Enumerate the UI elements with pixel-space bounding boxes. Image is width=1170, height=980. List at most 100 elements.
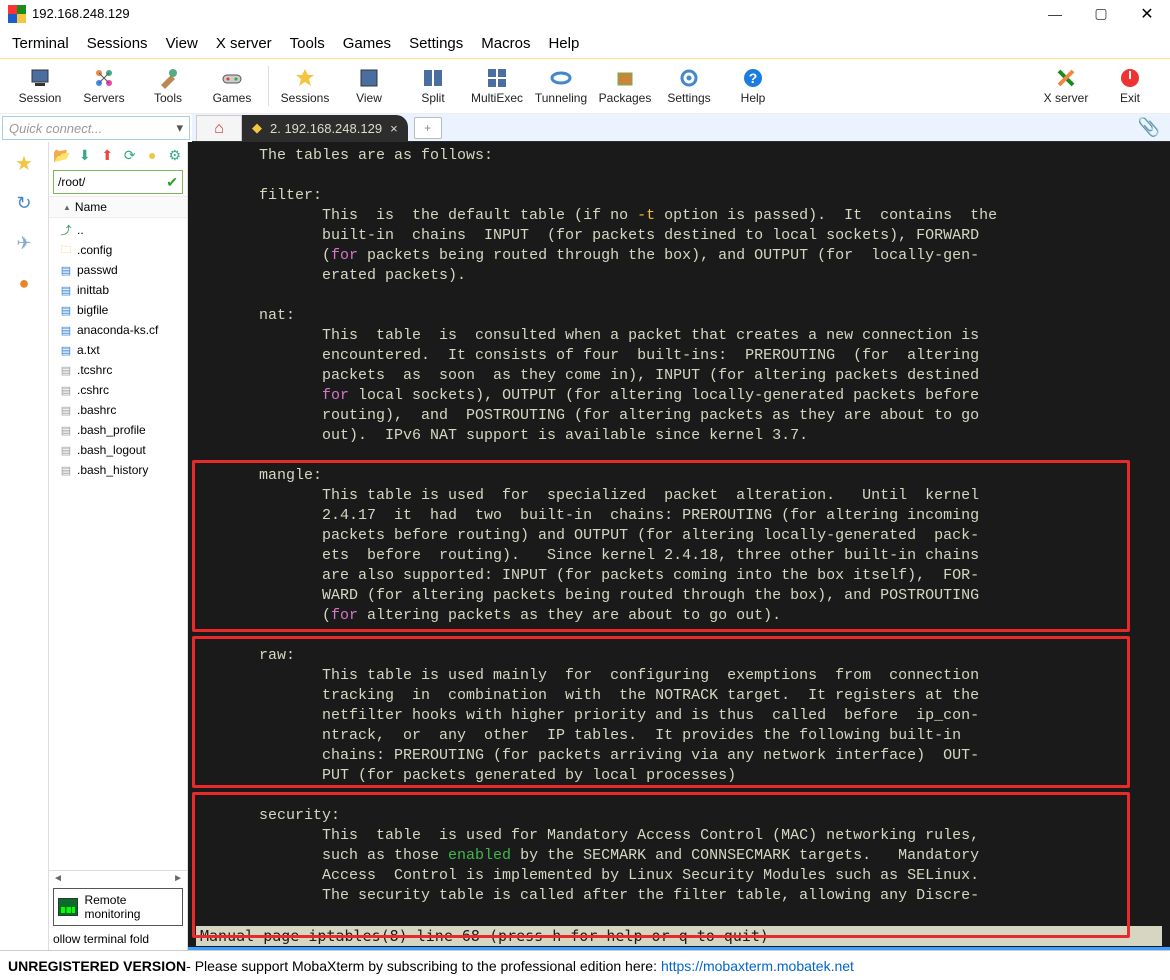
sub-row: Quick connect... ▾ ⌂ ◆ 2. 192.168.248.12… <box>0 114 1170 142</box>
exit-icon <box>1119 67 1141 89</box>
menu-games[interactable]: Games <box>343 35 391 52</box>
menu-settings[interactable]: Settings <box>409 35 463 52</box>
tab-icon: ◆ <box>252 120 262 136</box>
toolbar-tools[interactable]: Tools <box>136 58 200 114</box>
file-list: ⤴..🗀.config▤passwd▤inittab▤bigfile▤anaco… <box>49 218 187 870</box>
file-item[interactable]: ▤ .bash_logout <box>59 440 187 460</box>
file-name: .. <box>77 223 84 237</box>
follow-terminal-option[interactable]: ollow terminal fold <box>49 928 187 950</box>
send-icon[interactable]: ✈ <box>13 232 35 254</box>
title-bar: 192.168.248.129 — ▢ ✕ <box>0 0 1170 28</box>
quick-connect-input[interactable]: Quick connect... ▾ <box>2 116 190 140</box>
file-name: .tcshrc <box>77 363 112 377</box>
attach-icon[interactable]: 📎 <box>1138 117 1160 138</box>
sidebar-hscroll[interactable]: ◄► <box>49 870 187 886</box>
sb-open-icon[interactable]: 📂 <box>53 146 70 164</box>
tab-bar: ⌂ ◆ 2. 192.168.248.129 × + 📎 <box>192 114 1170 142</box>
settings-icon <box>678 67 700 89</box>
toolbar-multiexec[interactable]: MultiExec <box>465 58 529 114</box>
file-item[interactable]: ▤.cshrc <box>59 380 187 400</box>
file-name: .bash_logout <box>77 443 146 457</box>
maximize-button[interactable]: ▢ <box>1078 0 1124 28</box>
remote-monitoring-label: Remote monitoring <box>84 893 178 921</box>
tab-new[interactable]: + <box>414 117 442 139</box>
file-item[interactable]: ▤bigfile <box>59 300 187 320</box>
file-item[interactable]: ▤inittab <box>59 280 187 300</box>
svg-text:?: ? <box>749 70 758 86</box>
file-item[interactable]: ▤ .bashrc <box>59 400 187 420</box>
terminal-pane[interactable]: The tables are as follows: filter: This … <box>188 142 1170 950</box>
file-name: .bashrc <box>77 403 116 417</box>
multiexec-icon <box>486 67 508 89</box>
menu-macros[interactable]: Macros <box>481 35 530 52</box>
footer-link[interactable]: https://mobaxterm.mobatek.net <box>661 958 854 974</box>
star-icon[interactable]: ★ <box>13 152 35 174</box>
sb-settings-icon[interactable]: ⚙ <box>167 146 184 164</box>
file-type-icon: ▤ <box>59 403 73 417</box>
sb-refresh-icon[interactable]: ⟳ <box>121 146 138 164</box>
session-icon <box>29 67 51 89</box>
toolbar-tunneling[interactable]: Tunneling <box>529 58 593 114</box>
file-name: inittab <box>77 283 109 297</box>
toolbar-exit[interactable]: Exit <box>1098 58 1162 114</box>
games-icon <box>221 67 243 89</box>
path-ok-icon: ✔ <box>166 174 178 191</box>
packages-icon <box>614 67 636 89</box>
window-title: 192.168.248.129 <box>32 6 1032 21</box>
menu-help[interactable]: Help <box>548 35 579 52</box>
column-name-header[interactable]: Name <box>49 196 187 218</box>
tab-active[interactable]: ◆ 2. 192.168.248.129 × <box>242 115 408 141</box>
toolbar-session[interactable]: Session <box>8 58 72 114</box>
toolbar-split[interactable]: Split <box>401 58 465 114</box>
file-item[interactable]: 🗀.config <box>59 240 187 260</box>
menu-sessions[interactable]: Sessions <box>87 35 148 52</box>
toolbar-help[interactable]: ?Help <box>721 58 785 114</box>
menu-xserver[interactable]: X server <box>216 35 272 52</box>
monitor-icon <box>58 898 78 916</box>
menu-terminal[interactable]: Terminal <box>12 35 69 52</box>
file-type-icon: ▤ <box>59 383 73 397</box>
file-name: .bash_profile <box>77 423 146 437</box>
toolbar-xserver[interactable]: X server <box>1034 58 1098 114</box>
close-button[interactable]: ✕ <box>1124 0 1170 28</box>
file-type-icon: ⤴ <box>59 223 73 237</box>
remote-monitoring-button[interactable]: Remote monitoring <box>53 888 183 926</box>
file-type-icon: ▤ <box>59 343 73 357</box>
footer-message: - Please support MobaXterm by subscribin… <box>186 958 657 974</box>
toolbar: Session Servers Tools Games Sessions Vie… <box>0 58 1170 114</box>
menu-view[interactable]: View <box>166 35 198 52</box>
tab-close-icon[interactable]: × <box>390 121 398 136</box>
toolbar-settings[interactable]: Settings <box>657 58 721 114</box>
globe-icon[interactable]: ● <box>13 272 35 294</box>
file-item[interactable]: ▤a.txt <box>59 340 187 360</box>
path-value: /root/ <box>58 175 85 189</box>
toolbar-packages[interactable]: Packages <box>593 58 657 114</box>
minimize-button[interactable]: — <box>1032 0 1078 28</box>
footer: UNREGISTERED VERSION - Please support Mo… <box>0 950 1170 980</box>
file-item[interactable]: ▤.tcshrc <box>59 360 187 380</box>
file-name: anaconda-ks.cf <box>77 323 158 337</box>
servers-icon <box>93 67 115 89</box>
toolbar-sessions[interactable]: Sessions <box>273 58 337 114</box>
menu-bar: Terminal Sessions View X server Tools Ga… <box>0 28 1170 58</box>
path-input[interactable]: /root/ ✔ <box>53 170 183 194</box>
tab-home[interactable]: ⌂ <box>196 115 242 141</box>
toolbar-servers[interactable]: Servers <box>72 58 136 114</box>
file-type-icon: ▤ <box>59 443 73 457</box>
file-item[interactable]: ▤passwd <box>59 260 187 280</box>
history-icon[interactable]: ↻ <box>13 192 35 214</box>
toolbar-view[interactable]: View <box>337 58 401 114</box>
toolbar-games[interactable]: Games <box>200 58 264 114</box>
menu-tools[interactable]: Tools <box>290 35 325 52</box>
sb-download-icon[interactable]: ⬇ <box>76 146 93 164</box>
dropdown-icon: ▾ <box>176 120 183 136</box>
sb-upload-icon[interactable]: ⬆ <box>99 146 116 164</box>
file-item[interactable]: ▤.bash_history <box>59 460 187 480</box>
app-icon <box>8 5 26 23</box>
sidebar-toolbar: 📂 ⬇ ⬆ ⟳ ● ⚙ <box>49 142 187 168</box>
file-type-icon: 🗀 <box>59 243 73 257</box>
file-item[interactable]: ▤.bash_profile <box>59 420 187 440</box>
file-item[interactable]: ⤴.. <box>59 220 187 240</box>
file-item[interactable]: ▤anaconda-ks.cf <box>59 320 187 340</box>
sb-new-icon[interactable]: ● <box>144 146 161 164</box>
